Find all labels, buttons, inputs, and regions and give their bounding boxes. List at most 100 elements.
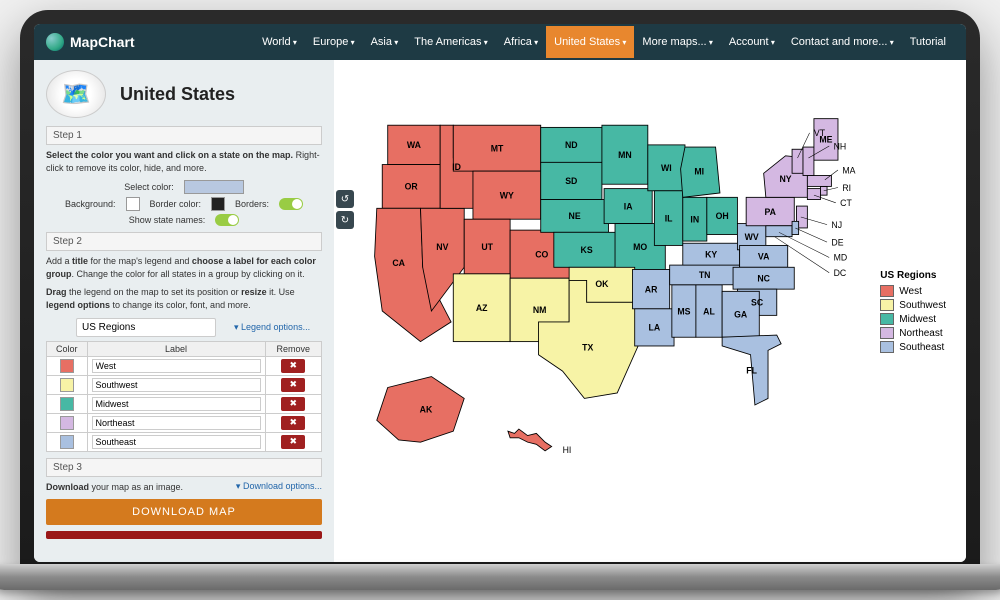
brand[interactable]: MapChart [46,33,135,51]
step3-text: Download your map as an image. [46,481,183,494]
row-color-swatch[interactable] [60,359,74,373]
row-color-swatch[interactable] [60,435,74,449]
state-NH[interactable] [803,147,814,175]
state-UT[interactable] [464,219,510,274]
state-NE[interactable] [541,200,609,233]
show-names-label: Show state names: [129,215,206,225]
table-row: ✖ [47,394,322,413]
state-SD[interactable] [541,162,602,199]
state-AL[interactable] [696,285,722,337]
legend-title-input[interactable] [76,318,216,337]
step2-header: Step 2 [46,232,322,251]
state-WA[interactable] [388,125,440,164]
state-WY[interactable] [473,171,541,219]
state-MD[interactable] [766,226,792,237]
state-IL[interactable] [654,191,682,246]
nav-the-americas[interactable]: The Americas [406,26,496,58]
navbar: MapChart WorldEuropeAsiaThe AmericasAfri… [34,24,966,60]
state-FL[interactable] [722,335,781,405]
row-label-input[interactable] [92,416,261,430]
row-color-swatch[interactable] [60,397,74,411]
state-OR[interactable] [382,165,440,209]
border-color-swatch[interactable] [211,197,225,211]
step2-text2: Drag the legend on the map to set its po… [46,286,322,311]
state-LA[interactable] [635,309,674,346]
nav-more-maps-[interactable]: More maps... [634,26,720,58]
table-row: ✖ [47,432,322,451]
page-title-row: 🗺️ United States [46,70,322,118]
state-VT[interactable] [792,149,803,173]
remove-button[interactable]: ✖ [281,435,305,449]
state-MI[interactable] [681,147,720,197]
select-color-swatch[interactable] [184,180,244,194]
state-AZ[interactable] [453,274,510,342]
remove-button[interactable]: ✖ [281,378,305,392]
redo-button[interactable]: ↻ [336,211,354,229]
remove-button[interactable]: ✖ [281,416,305,430]
borders-toggle[interactable] [279,198,303,210]
state-IA[interactable] [604,189,652,224]
map-legend[interactable]: US Regions WestSouthwestMidwestNortheast… [880,270,946,355]
row-label-input[interactable] [92,359,261,373]
state-MN[interactable] [602,125,648,184]
state-KY[interactable] [683,243,740,265]
leader-line [795,228,827,242]
legend-swatch [880,299,894,311]
background-swatch[interactable] [126,197,140,211]
state-GA[interactable] [722,291,759,337]
state-MT[interactable] [453,125,540,171]
state-KS[interactable] [554,232,620,267]
select-color-row: Select color: [46,180,322,194]
state-CT[interactable] [807,189,820,200]
state-OH[interactable] [707,197,738,234]
nav-contact-and-more-[interactable]: Contact and more... [783,26,902,58]
state-PA[interactable] [746,197,794,225]
background-label: Background: [65,199,116,209]
state-HI[interactable] [508,429,552,451]
nav-account[interactable]: Account [721,26,783,58]
row-label-input[interactable] [92,435,261,449]
legend-label: Northeast [899,328,942,339]
download-options-link[interactable]: ▾ Download options... [236,481,322,492]
state-MA[interactable] [807,175,831,186]
remove-button[interactable]: ✖ [281,397,305,411]
side-tools: ↺ ↻ [336,190,354,229]
row-label-input[interactable] [92,378,261,392]
step1-header: Step 1 [46,126,322,145]
row-label-input[interactable] [92,397,261,411]
th-remove: Remove [265,341,321,356]
legend-swatch [880,313,894,325]
download-map-button[interactable]: DOWNLOAD MAP [46,499,322,525]
nav-tutorial[interactable]: Tutorial [902,26,954,58]
us-map[interactable]: WAORCANVIDMTWYUTCOAZNMNDSDNEKSMNIAMOWIIL… [344,70,956,552]
secondary-button[interactable] [46,531,322,539]
state-DE[interactable] [792,221,799,234]
nav-world[interactable]: World [254,26,305,58]
state-AK[interactable] [377,377,464,443]
undo-button[interactable]: ↺ [336,190,354,208]
show-names-toggle[interactable] [215,214,239,226]
legend-title-row: ▾ Legend options... [46,318,322,337]
state-MS[interactable] [672,285,696,337]
nav-africa[interactable]: Africa [496,26,546,58]
row-color-swatch[interactable] [60,378,74,392]
state-WI[interactable] [648,145,685,191]
page-title: United States [120,84,235,105]
state-NC[interactable] [733,267,794,289]
state-IN[interactable] [683,197,707,241]
state-VA[interactable] [740,245,788,267]
state-ME[interactable] [814,119,838,161]
sidebar: 🗺️ United States Step 1 Select the color… [34,60,334,562]
row-color-swatch[interactable] [60,416,74,430]
remove-button[interactable]: ✖ [281,359,305,373]
nav-asia[interactable]: Asia [363,26,407,58]
nav-united-states[interactable]: United States [546,26,634,58]
state-ND[interactable] [541,127,602,162]
ext-label-RI: RI [842,183,851,193]
mini-map-icon: 🗺️ [46,70,106,118]
nav-europe[interactable]: Europe [305,26,363,58]
ext-label-HI: HI [563,445,572,455]
legend-options-link[interactable]: ▾ Legend options... [234,322,310,333]
state-AR[interactable] [633,269,670,308]
state-TN[interactable] [670,265,740,285]
